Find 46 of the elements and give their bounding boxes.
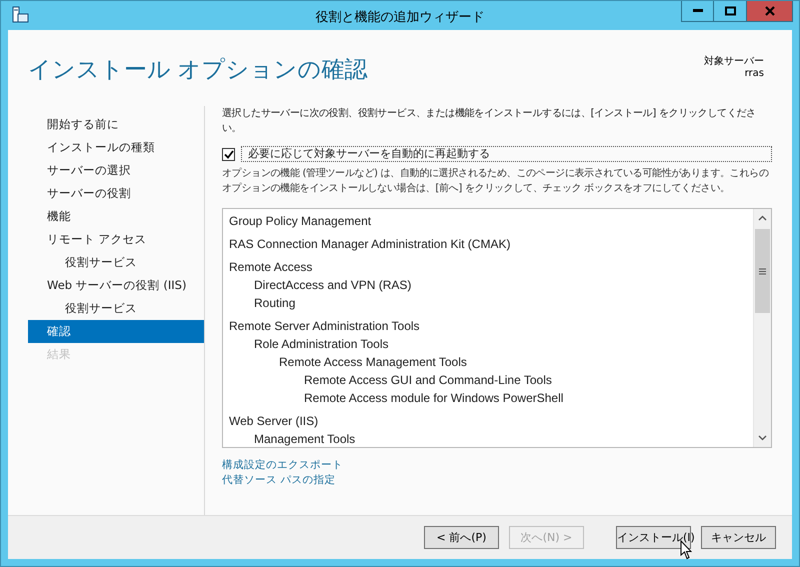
grip-icon — [759, 268, 766, 274]
sidebar-item[interactable]: サーバーの役割 — [28, 182, 204, 205]
maximize-icon — [724, 6, 736, 16]
target-server-name: rras — [744, 68, 764, 80]
target-server-label: 対象サーバー — [704, 56, 764, 68]
sidebar-item[interactable]: 役割サービス — [28, 251, 204, 274]
feature-item: Web Server (IIS) — [228, 413, 320, 430]
feature-item: Role Administration Tools — [253, 336, 390, 353]
feature-item: Management Tools — [253, 431, 356, 447]
feature-item: RAS Connection Manager Administration Kit (CMAK) — [228, 236, 512, 253]
check-icon — [224, 150, 234, 158]
sidebar-item[interactable]: 確認 — [28, 320, 204, 343]
maximize-button[interactable] — [714, 1, 747, 22]
close-button[interactable] — [747, 1, 793, 22]
page-heading: インストール オプションの確認 — [28, 55, 368, 84]
scrollbar-thumb[interactable] — [755, 229, 770, 313]
link[interactable]: 構成設定のエクスポート — [222, 458, 343, 473]
sidebar-item[interactable]: Web サーバーの役割 (IIS) — [28, 274, 204, 297]
feature-item: Remote Access module for Windows PowerShell — [303, 390, 564, 407]
wizard-button[interactable]: キャンセル — [701, 526, 776, 549]
feature-item: DirectAccess and VPN (RAS) — [253, 277, 412, 294]
scroll-down-icon[interactable] — [758, 435, 767, 441]
minimize-icon — [692, 9, 702, 13]
server-icon — [11, 6, 29, 24]
note-text: オプションの機能 (管理ツールなど) は、自動的に選択されるため、このページに表示されている可能性があります。これらのオプションの機能をインストールしない場合は、[前へ] をクリックして、チェック ボックスをオフにしてください。 — [222, 166, 770, 196]
scroll-up-icon[interactable] — [758, 215, 767, 221]
checkbox[interactable] — [222, 148, 235, 160]
window-title: 役割と機能の追加ウィザード — [314, 9, 486, 26]
feature-item: Group Policy Management — [228, 213, 372, 230]
sidebar-item[interactable]: 役割サービス — [28, 297, 204, 320]
feature-item: Remote Access Management Tools — [278, 354, 468, 371]
sidebar-item[interactable]: サーバーの選択 — [28, 159, 204, 182]
sidebar-item[interactable]: 開始する前に — [28, 113, 204, 136]
link[interactable]: 代替ソース パスの指定 — [222, 473, 336, 488]
instruction-text: 選択したサーバーに次の役割、役割サービス、または機能をインストールするには、[インストール] をクリックしてください。 — [222, 106, 757, 136]
feature-item: Remote Access GUI and Command-Line Tools — [303, 372, 553, 389]
close-icon — [764, 6, 774, 16]
scrollbar[interactable] — [753, 209, 771, 447]
sidebar-item[interactable]: インストールの種類 — [28, 136, 204, 159]
sidebar-item[interactable]: 機能 — [28, 205, 204, 228]
wizard-button[interactable]: < 前へ(P) — [424, 526, 499, 549]
feature-item: Remote Access — [228, 259, 314, 276]
minimize-button[interactable] — [681, 1, 714, 22]
sidebar-item[interactable]: リモート アクセス — [28, 228, 204, 251]
feature-item: Routing — [253, 295, 296, 312]
feature-item: Remote Server Administration Tools — [228, 318, 421, 335]
